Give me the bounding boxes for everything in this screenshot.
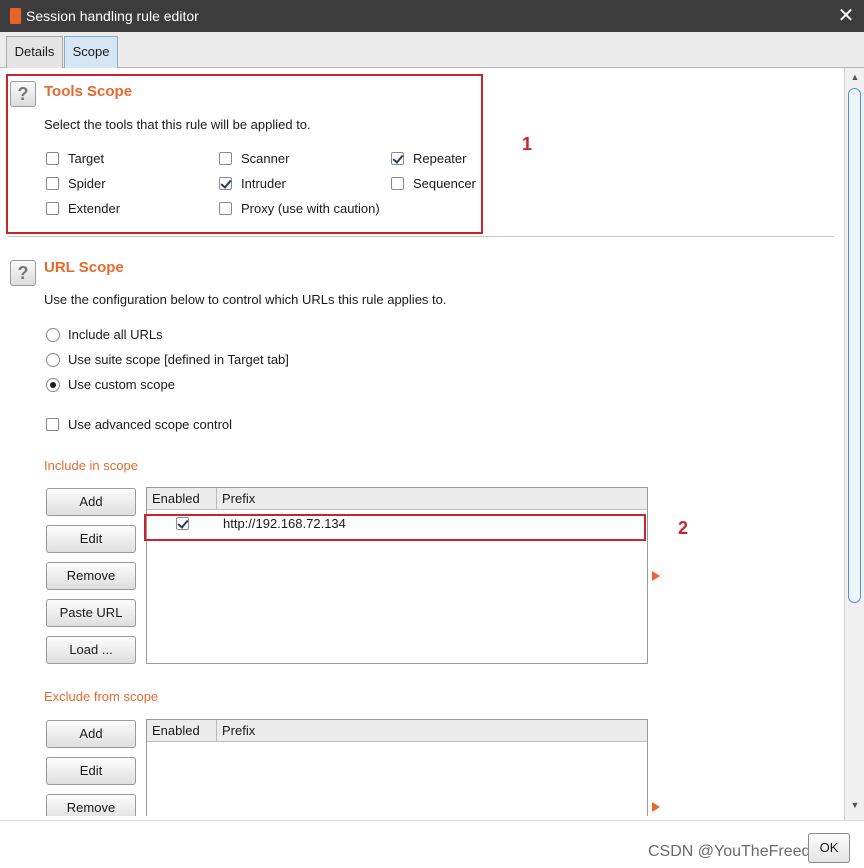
radio-circle-selected xyxy=(46,378,60,392)
include-remove-button[interactable]: Remove xyxy=(46,562,136,590)
expand-arrow-icon[interactable] xyxy=(652,802,660,812)
exclude-remove-button[interactable]: Remove xyxy=(46,794,136,816)
exclude-scope-title: Exclude from scope xyxy=(44,689,159,704)
checkbox-label: Use advanced scope control xyxy=(68,417,233,432)
column-prefix[interactable]: Prefix xyxy=(217,488,647,510)
column-prefix[interactable]: Prefix xyxy=(217,720,647,742)
title-bar: Session handling rule editor ✕ xyxy=(0,0,864,32)
url-scope-title: URL Scope xyxy=(44,259,124,276)
ok-button[interactable]: OK xyxy=(808,833,850,863)
column-enabled[interactable]: Enabled xyxy=(147,720,217,742)
annotation-box-2 xyxy=(144,514,646,541)
annotation-box-1 xyxy=(6,74,483,234)
radio-circle xyxy=(46,328,60,342)
tab-details[interactable]: Details xyxy=(6,36,63,68)
help-icon[interactable]: ? xyxy=(10,260,36,286)
include-paste-url-button[interactable]: Paste URL xyxy=(46,599,136,627)
expand-arrow-icon[interactable] xyxy=(652,571,660,581)
annotation-number-1: 1 xyxy=(522,134,533,154)
annotation-number-2: 2 xyxy=(678,518,689,538)
radio-label: Use custom scope xyxy=(68,377,175,392)
scope-panel: ? Tools Scope Select the tools that this… xyxy=(0,68,844,816)
radio-label: Use suite scope [defined in Target tab] xyxy=(68,352,289,367)
scrollbar-thumb[interactable] xyxy=(848,88,861,603)
include-scope-title: Include in scope xyxy=(44,458,138,473)
scroll-up-icon[interactable]: ▲ xyxy=(848,72,862,86)
close-icon[interactable]: ✕ xyxy=(834,4,858,28)
url-scope-description: Use the configuration below to control w… xyxy=(44,292,447,307)
exclude-scope-table[interactable]: Enabled Prefix xyxy=(146,719,648,816)
tab-strip: Details Scope xyxy=(0,32,864,69)
column-enabled[interactable]: Enabled xyxy=(147,488,217,510)
include-add-button[interactable]: Add xyxy=(46,488,136,516)
table-header: Enabled Prefix xyxy=(147,488,647,510)
exclude-edit-button[interactable]: Edit xyxy=(46,757,136,785)
exclude-add-button[interactable]: Add xyxy=(46,720,136,748)
burp-app-icon xyxy=(10,8,21,24)
scroll-down-icon[interactable]: ▼ xyxy=(848,800,862,814)
include-load-button[interactable]: Load ... xyxy=(46,636,136,664)
dialog-footer: CSDN @YouTheFreedom OK xyxy=(0,820,864,868)
include-edit-button[interactable]: Edit xyxy=(46,525,136,553)
section-divider xyxy=(8,236,834,237)
radio-circle xyxy=(46,353,60,367)
tab-scope[interactable]: Scope xyxy=(64,36,118,69)
radio-label: Include all URLs xyxy=(68,327,163,342)
checkbox-box xyxy=(46,418,59,431)
watermark-text: CSDN @YouTheFreedom xyxy=(648,843,833,860)
table-header: Enabled Prefix xyxy=(147,720,647,742)
vertical-scrollbar[interactable]: ▲ ▼ xyxy=(844,68,864,820)
window-title: Session handling rule editor xyxy=(26,8,199,24)
